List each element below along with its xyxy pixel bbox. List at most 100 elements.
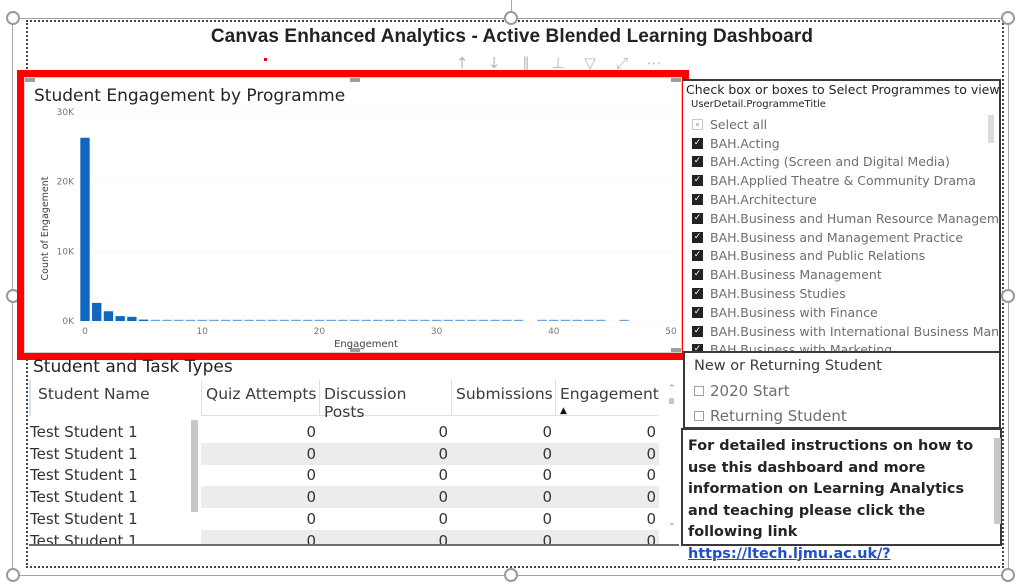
resize-handle-bottom-left[interactable] bbox=[6, 568, 20, 582]
programme-option[interactable]: ✓ BAH.Business and Human Resource Managem… bbox=[692, 209, 999, 228]
table-row[interactable]: Test Student 1 0 0 0 0 bbox=[29, 442, 659, 465]
checkbox-checked-icon[interactable]: ✓ bbox=[692, 344, 703, 351]
checkbox-unchecked-icon[interactable] bbox=[694, 386, 704, 396]
y-tick-label: 20K bbox=[57, 178, 75, 188]
option-label: BAH.Applied Theatre & Community Drama bbox=[710, 173, 976, 189]
cell-discussion-posts: 0 bbox=[438, 466, 448, 485]
checkbox-unchecked-icon[interactable] bbox=[694, 411, 704, 421]
programme-option[interactable]: ✓ BAH.Applied Theatre & Community Drama bbox=[692, 171, 992, 190]
bar bbox=[408, 319, 418, 321]
checkbox-checked-icon[interactable]: ✓ bbox=[692, 212, 703, 224]
table-scroll-up-icon[interactable]: ⌃ bbox=[668, 384, 676, 394]
student-type-option-2020-start[interactable]: 2020 Start bbox=[694, 382, 790, 400]
cell-discussion-posts: 0 bbox=[438, 444, 448, 463]
bar bbox=[127, 316, 137, 321]
column-header-submissions[interactable]: Submissions bbox=[451, 380, 555, 416]
bar bbox=[138, 319, 149, 321]
column-header-student-name[interactable]: Student Name bbox=[29, 380, 201, 416]
programme-option[interactable]: ✓ BAH.Business with Marketing bbox=[692, 341, 992, 353]
instructions-body: For detailed instructions on how to use … bbox=[688, 438, 974, 540]
programme-option[interactable]: ✓ BAH.Business Management bbox=[692, 265, 992, 284]
x-tick-label: 10 bbox=[196, 327, 208, 337]
table-scroll-down-icon[interactable]: ⌄ bbox=[668, 518, 676, 528]
column-header-quiz-attempts[interactable]: Quiz Attempts bbox=[201, 380, 319, 416]
cell-engagement: 0 bbox=[646, 444, 656, 463]
sort-ascending-icon[interactable]: ▲ bbox=[560, 406, 567, 416]
option-label: 2020 Start bbox=[710, 382, 790, 400]
checkbox-checked-icon[interactable]: ✓ bbox=[692, 325, 703, 337]
checkbox-partial-icon[interactable] bbox=[692, 118, 703, 130]
bar bbox=[115, 316, 125, 321]
programme-option[interactable]: ✓ BAH.Acting bbox=[692, 134, 992, 153]
checkbox-checked-icon[interactable]: ✓ bbox=[692, 288, 703, 300]
column-header-engagement[interactable]: Engagement ▲ bbox=[555, 380, 659, 416]
cell-quiz-attempts: 0 bbox=[306, 444, 316, 463]
programme-option[interactable]: ✓ BAH.Business with International Busines… bbox=[692, 322, 999, 341]
select-all-option[interactable]: Select all bbox=[692, 115, 992, 134]
bar bbox=[162, 319, 172, 321]
table-right-scrollbar-thumb[interactable] bbox=[669, 398, 674, 404]
bar bbox=[338, 319, 348, 321]
cell-submissions: 0 bbox=[542, 488, 552, 507]
column-header-label: Submissions bbox=[456, 385, 553, 403]
column-header-discussion-posts[interactable]: Discussion Posts bbox=[319, 380, 451, 421]
table-row[interactable]: Test Student 1 0 0 0 0 bbox=[29, 486, 659, 509]
resize-handle-middle-right[interactable] bbox=[1001, 289, 1015, 303]
bar bbox=[385, 319, 395, 321]
bar bbox=[595, 319, 606, 321]
instructions-scrollbar[interactable] bbox=[994, 438, 1001, 524]
x-tick-label: 30 bbox=[431, 327, 443, 337]
resize-handle-top-right[interactable] bbox=[1001, 11, 1015, 25]
resize-handle-bottom-right[interactable] bbox=[1001, 568, 1015, 582]
checkbox-checked-icon[interactable]: ✓ bbox=[692, 250, 703, 262]
programme-option[interactable]: ✓ BAH.Business and Public Relations bbox=[692, 247, 992, 266]
bar bbox=[185, 319, 196, 321]
table-row[interactable]: Test Student 1 0 0 0 0 bbox=[29, 421, 659, 443]
bar bbox=[572, 319, 582, 321]
bar bbox=[197, 319, 207, 321]
bar bbox=[619, 319, 629, 321]
checkbox-checked-icon[interactable]: ✓ bbox=[692, 194, 703, 206]
bar bbox=[455, 319, 465, 321]
option-label: BAH.Business with International Business… bbox=[710, 323, 1001, 339]
programme-option[interactable]: ✓ BAH.Acting (Screen and Digital Media) bbox=[692, 153, 992, 172]
table-row[interactable]: Test Student 1 0 0 0 0 bbox=[29, 464, 659, 486]
option-label: BAH.Business with Marketing bbox=[710, 342, 893, 353]
ltech-link[interactable]: https://ltech.ljmu.ac.uk/? bbox=[688, 546, 891, 562]
programme-option[interactable]: ✓ BAH.Business with Finance bbox=[692, 303, 992, 322]
engagement-chart-visual[interactable]: Student Engagement by Programme 0K 10K 20K… bbox=[17, 70, 689, 360]
student-type-option-returning[interactable]: Returning Student bbox=[694, 407, 847, 425]
resize-handle-top-left[interactable] bbox=[6, 11, 20, 25]
dashboard-title: Canvas Enhanced Analytics - Active Blend… bbox=[210, 26, 814, 47]
resize-handle-top-center[interactable] bbox=[504, 11, 518, 25]
checkbox-checked-icon[interactable]: ✓ bbox=[692, 137, 703, 149]
programme-option[interactable]: ✓ BAH.Business Studies bbox=[692, 284, 992, 303]
checkbox-checked-icon[interactable]: ✓ bbox=[692, 269, 703, 281]
checkbox-checked-icon[interactable]: ✓ bbox=[692, 231, 703, 243]
checkbox-checked-icon[interactable]: ✓ bbox=[692, 156, 703, 168]
cell-quiz-attempts: 0 bbox=[306, 488, 316, 507]
bar bbox=[537, 319, 547, 321]
cell-quiz-attempts: 0 bbox=[306, 509, 316, 528]
option-label: BAH.Business and Human Resource Manageme… bbox=[710, 210, 1001, 226]
programme-option[interactable]: ✓ BAH.Architecture bbox=[692, 190, 992, 209]
bar bbox=[326, 319, 336, 321]
programme-slicer-scrollbar[interactable] bbox=[988, 115, 994, 143]
cell-engagement: 0 bbox=[646, 488, 656, 507]
bar bbox=[256, 319, 266, 321]
programme-slicer-field: UserDetail.ProgrammeTitle bbox=[691, 99, 826, 110]
instructions-text: For detailed instructions on how to use … bbox=[688, 436, 988, 565]
programme-option[interactable]: ✓ BAH.Business and Management Practice bbox=[692, 228, 992, 247]
resize-handle-bottom-center[interactable] bbox=[504, 568, 518, 582]
checkbox-checked-icon[interactable]: ✓ bbox=[692, 306, 703, 318]
bar bbox=[267, 319, 278, 321]
table-row[interactable]: Test Student 1 0 0 0 0 bbox=[29, 508, 659, 530]
table-vertical-scrollbar-thumb[interactable] bbox=[191, 420, 198, 512]
option-label: BAH.Business and Public Relations bbox=[710, 248, 926, 264]
checkbox-checked-icon[interactable]: ✓ bbox=[692, 175, 703, 187]
cell-student-name: Test Student 1 bbox=[30, 466, 138, 485]
bar bbox=[103, 311, 114, 321]
cell-engagement: 0 bbox=[646, 423, 656, 441]
column-header-label: Discussion Posts bbox=[324, 385, 407, 421]
bar bbox=[220, 319, 231, 321]
